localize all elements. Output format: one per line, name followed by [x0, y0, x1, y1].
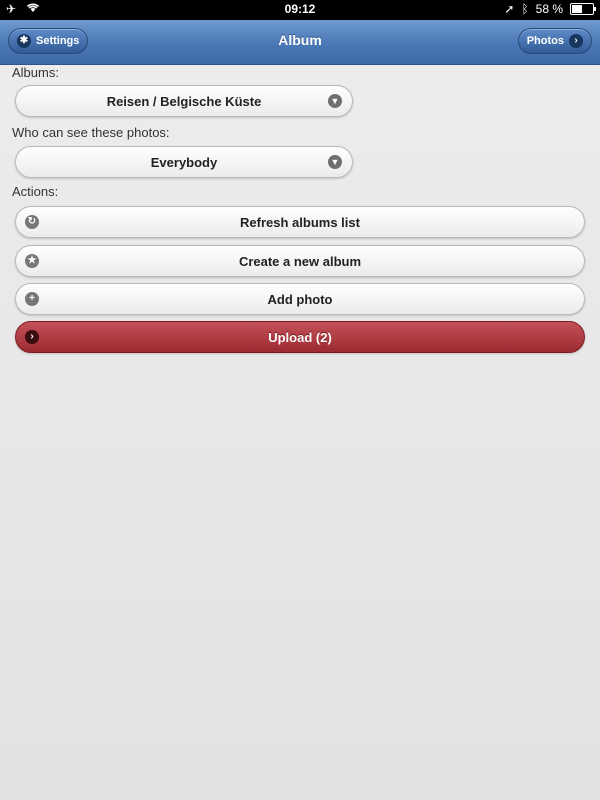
create-album-button[interactable]: ★ Create a new album — [15, 245, 585, 277]
refresh-icon: ↻ — [25, 215, 39, 229]
add-photo-label: Add photo — [267, 291, 333, 307]
page-title: Album — [278, 32, 322, 48]
album-select[interactable]: Reisen / Belgische Küste ▼ — [15, 85, 353, 117]
photos-button-label: Photos — [526, 35, 564, 47]
location-arrow-icon: ➚ — [504, 2, 515, 16]
battery-percent: 58 % — [535, 2, 563, 16]
main-content: Albums: Reisen / Belgische Küste ▼ Who c… — [0, 65, 600, 800]
arrow-right-icon: › — [25, 330, 39, 344]
actions-label: Actions: — [12, 184, 59, 199]
visibility-select-value: Everybody — [150, 154, 218, 170]
battery-icon — [570, 3, 596, 15]
add-photo-button[interactable]: + Add photo — [15, 283, 585, 315]
create-album-label: Create a new album — [238, 253, 362, 269]
chevron-down-icon: ▼ — [328, 155, 342, 169]
bluetooth-icon: ᛒ — [521, 2, 529, 16]
album-select-value: Reisen / Belgische Küste — [106, 93, 262, 109]
upload-button[interactable]: › Upload (2) — [15, 321, 585, 353]
battery-level-fill — [572, 5, 583, 13]
plus-icon: + — [25, 292, 39, 306]
upload-label: Upload (2) — [268, 329, 332, 345]
visibility-select[interactable]: Everybody ▼ — [15, 146, 353, 178]
star-icon: ★ — [25, 254, 39, 268]
photos-button[interactable]: Photos › — [517, 28, 592, 54]
navigation-bar: ✱ Settings Album Photos › — [0, 20, 600, 65]
chevron-right-icon: › — [569, 34, 583, 48]
refresh-albums-button[interactable]: ↻ Refresh albums list — [15, 206, 585, 238]
visibility-label: Who can see these photos: — [12, 125, 170, 140]
albums-label: Albums: — [12, 65, 59, 80]
chevron-down-icon: ▼ — [328, 94, 342, 108]
status-bar: ✈ 09:12 ➚ ᛒ 58 % — [0, 0, 600, 20]
refresh-albums-label: Refresh albums list — [240, 214, 360, 230]
